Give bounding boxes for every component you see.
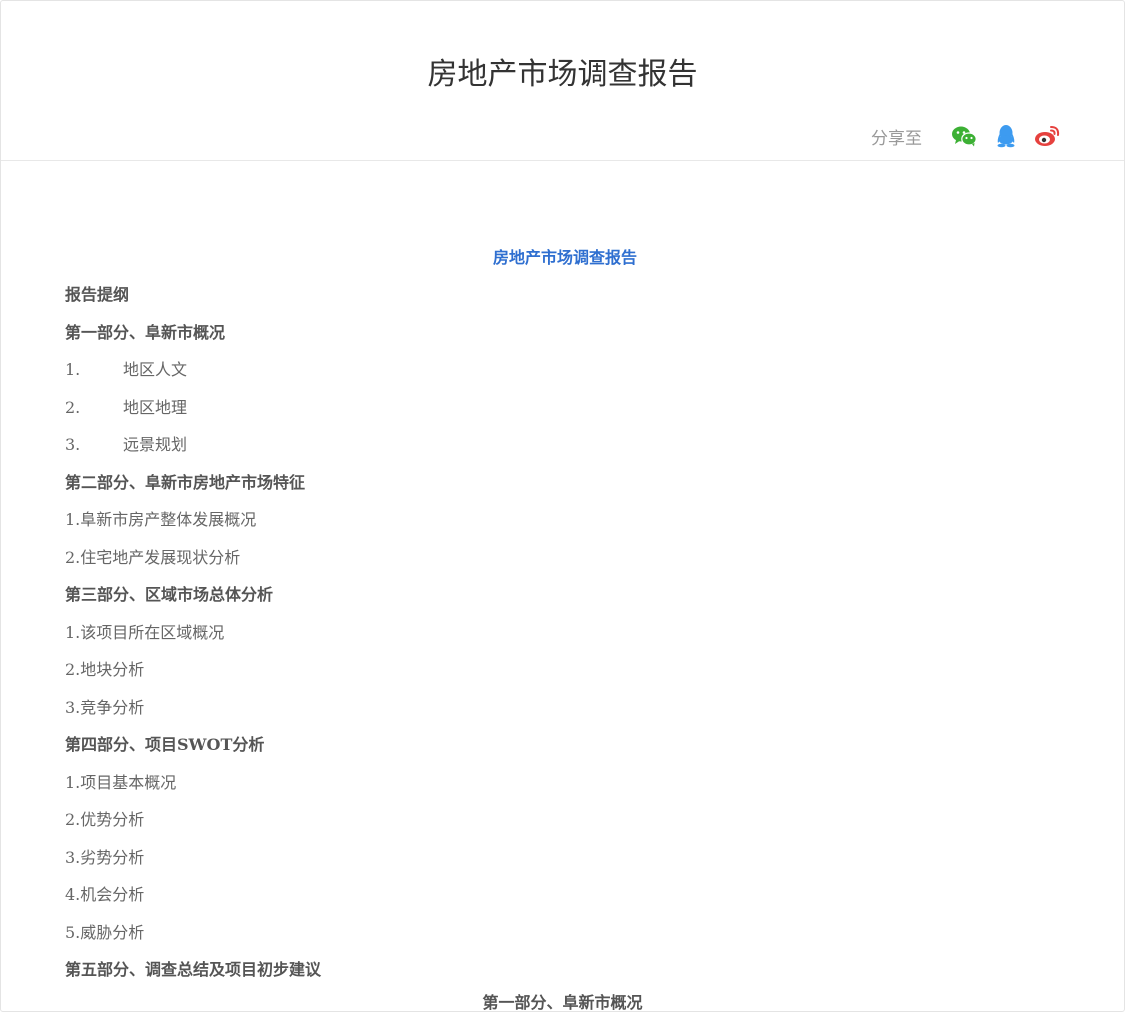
outline-item-text: 5.威胁分析	[65, 922, 145, 942]
outline-item-text: 第四部分、项目SWOT分析	[65, 735, 265, 754]
outline-item-text: 1.该项目所在区域概况	[65, 622, 225, 642]
outline-item-text: 4.机会分析	[65, 885, 145, 904]
document-frame: 房地产市场调查报告 分享至 房地产市场调查报告 报告提纲 第一部分、阜新市概况 …	[0, 0, 1125, 1012]
outline-item-text: 第三部分、区域市场总体分析	[65, 585, 274, 604]
outline-heading: 报告提纲	[65, 276, 1065, 314]
outline-list: 报告提纲第一部分、阜新市概况 1. 地区人文 2. 地区地理 3. 远景规划第二部分、阜新市…	[65, 276, 1065, 989]
outline-item-text: 2.优势分析	[65, 810, 145, 829]
outline-item: 2.优势分析	[65, 801, 1065, 839]
outline-item-text: 地区地理	[123, 397, 188, 417]
outline-item-text: 第一部分、阜新市概况	[65, 322, 226, 342]
outline-item-text: 第二部分、阜新市房地产市场特征	[65, 472, 306, 492]
outline-item-text: 报告提纲	[65, 285, 130, 304]
outline-item-text: 2.住宅地产发展现状分析	[65, 547, 241, 567]
outline-item: 2.地块分析	[65, 651, 1065, 689]
outline-item-text: 1.阜新市房产整体发展概况	[65, 510, 257, 529]
outline-item: 1. 地区人文	[65, 351, 1065, 389]
page-header: 房地产市场调查报告 分享至	[1, 1, 1124, 161]
outline-heading: 第三部分、区域市场总体分析	[65, 576, 1065, 614]
outline-item-text: 2.地块分析	[65, 660, 145, 679]
outline-item: 2. 地区地理	[65, 389, 1065, 427]
document-title: 房地产市场调查报告	[492, 248, 637, 267]
outline-item: 3. 远景规划	[65, 426, 1065, 464]
outline-item-text: 第五部分、调查总结及项目初步建议	[65, 960, 322, 979]
outline-heading: 第二部分、阜新市房地产市场特征	[65, 464, 1065, 502]
document-body: 房地产市场调查报告 报告提纲第一部分、阜新市概况 1. 地区人文 2. 地区地理 3. 远景…	[65, 239, 1065, 989]
section-heading-cut-off: 第一部分、阜新市概况	[482, 993, 643, 1012]
outline-item-number: 1.	[65, 360, 81, 379]
wechat-icon[interactable]	[950, 122, 978, 150]
outline-item-number: 3.	[65, 435, 81, 454]
outline-item-text: 1.项目基本概况	[65, 772, 177, 792]
outline-heading: 第四部分、项目SWOT分析	[65, 726, 1065, 764]
page-title: 房地产市场调查报告	[427, 57, 698, 92]
outline-heading: 第五部分、调查总结及项目初步建议	[65, 951, 1065, 989]
share-bar: 分享至	[871, 121, 1062, 151]
outline-item: 5.威胁分析	[65, 914, 1065, 952]
outline-item: 1.项目基本概况	[65, 764, 1065, 802]
outline-item-number: 2.	[65, 397, 81, 417]
qq-icon[interactable]	[992, 122, 1020, 150]
outline-heading: 第一部分、阜新市概况	[65, 314, 1065, 352]
outline-item-text: 远景规划	[123, 435, 188, 454]
outline-item: 1.阜新市房产整体发展概况	[65, 501, 1065, 539]
weibo-icon[interactable]	[1034, 122, 1062, 150]
outline-item: 4.机会分析	[65, 876, 1065, 914]
outline-item: 3.竞争分析	[65, 689, 1065, 727]
outline-item: 1.该项目所在区域概况	[65, 614, 1065, 652]
outline-item-text: 3.竞争分析	[65, 697, 145, 717]
outline-item-text: 3.劣势分析	[65, 847, 145, 867]
outline-item: 2.住宅地产发展现状分析	[65, 539, 1065, 577]
outline-item: 3.劣势分析	[65, 839, 1065, 877]
outline-item-text: 地区人文	[123, 360, 188, 379]
share-label: 分享至	[871, 128, 922, 149]
